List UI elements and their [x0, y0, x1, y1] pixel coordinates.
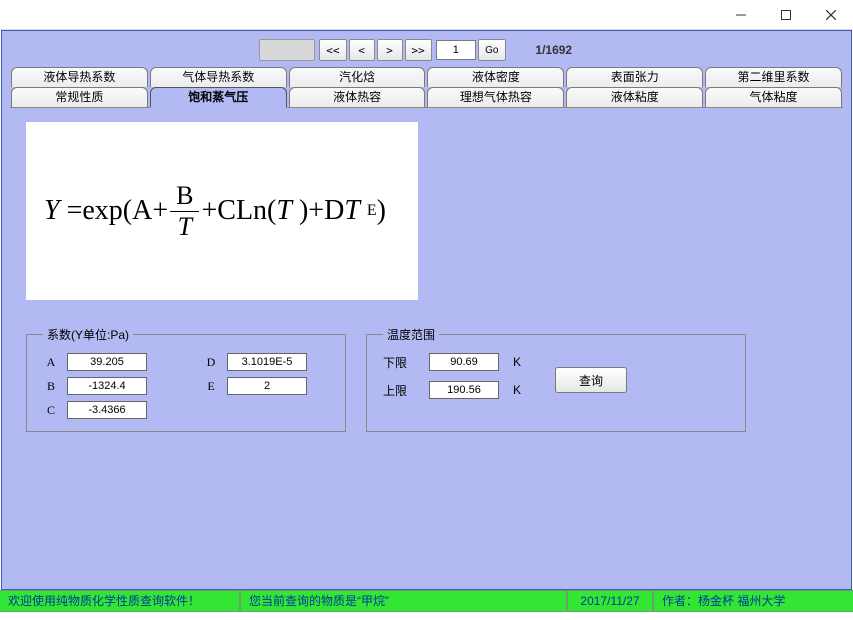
- range-lower-input[interactable]: [429, 353, 499, 371]
- status-date: 2017/11/27: [567, 590, 653, 612]
- main-frame: << < > >> Go 1/1692 液体导热系数 气体导热系数 汽化焓 液体…: [1, 30, 852, 590]
- status-author: 作者：杨金杯 福州大学: [653, 590, 853, 612]
- content-panel: Y =exp(A+ BT +CLn(T )+DT E) 系数(Y单位:Pa) A…: [10, 107, 843, 581]
- tab-row-2: 常规性质 饱和蒸气压 液体热容 理想气体热容 液体粘度 气体粘度: [2, 87, 851, 107]
- nav-prev-button[interactable]: <: [349, 39, 375, 61]
- nav-blank: [259, 39, 315, 61]
- coef-a-label: A: [43, 355, 59, 370]
- temperature-range-group: 温度范围 下限 K 上限 K 查询: [366, 326, 746, 432]
- close-button[interactable]: [808, 0, 853, 30]
- tab-second-virial[interactable]: 第二维里系数: [705, 67, 842, 87]
- nav-first-button[interactable]: <<: [319, 39, 346, 61]
- minimize-button[interactable]: [718, 0, 763, 30]
- nav-go-button[interactable]: Go: [478, 39, 506, 61]
- range-upper-input[interactable]: [429, 381, 499, 399]
- range-lower-label: 下限: [383, 354, 415, 371]
- query-button[interactable]: 查询: [555, 367, 627, 393]
- tab-liquid-viscosity[interactable]: 液体粘度: [566, 87, 703, 107]
- tab-surface-tension[interactable]: 表面张力: [566, 67, 703, 87]
- tab-general-props[interactable]: 常规性质: [11, 87, 148, 107]
- tab-gas-viscosity[interactable]: 气体粘度: [705, 87, 842, 107]
- record-navigator: << < > >> Go 1/1692: [2, 31, 851, 67]
- status-bar: 欢迎使用纯物质化学性质查询软件！ 您当前查询的物质是“甲烷” 2017/11/2…: [0, 590, 853, 612]
- tab-ideal-gas-heat-capacity[interactable]: 理想气体热容: [427, 87, 564, 107]
- coef-a-input[interactable]: [67, 353, 147, 371]
- range-upper-unit: K: [513, 383, 525, 397]
- status-welcome: 欢迎使用纯物质化学性质查询软件！: [0, 590, 240, 612]
- coefficients-group: 系数(Y单位:Pa) A D B E C: [26, 326, 346, 432]
- coef-e-label: E: [203, 379, 219, 394]
- formula-display: Y =exp(A+ BT +CLn(T )+DT E): [26, 122, 418, 300]
- status-current-substance: 您当前查询的物质是“甲烷”: [240, 590, 567, 612]
- coef-d-label: D: [203, 355, 219, 370]
- maximize-button[interactable]: [763, 0, 808, 30]
- coefficients-legend: 系数(Y单位:Pa): [43, 326, 133, 343]
- page-number-input[interactable]: [436, 40, 476, 60]
- range-lower-unit: K: [513, 355, 525, 369]
- coef-c-label: C: [43, 403, 59, 418]
- coef-d-input[interactable]: [227, 353, 307, 371]
- range-legend: 温度范围: [383, 326, 439, 343]
- coef-c-input[interactable]: [67, 401, 147, 419]
- coef-e-input[interactable]: [227, 377, 307, 395]
- tab-liquid-conductivity[interactable]: 液体导热系数: [11, 67, 148, 87]
- tab-row-1: 液体导热系数 气体导热系数 汽化焓 液体密度 表面张力 第二维里系数: [2, 67, 851, 87]
- nav-last-button[interactable]: >>: [405, 39, 432, 61]
- tab-liquid-heat-capacity[interactable]: 液体热容: [289, 87, 426, 107]
- range-upper-label: 上限: [383, 382, 415, 399]
- tab-saturated-vapor-pressure[interactable]: 饱和蒸气压: [150, 87, 287, 107]
- window-titlebar: [0, 0, 853, 30]
- tab-gas-conductivity[interactable]: 气体导热系数: [150, 67, 287, 87]
- record-counter: 1/1692: [514, 43, 594, 57]
- tab-vaporization-enthalpy[interactable]: 汽化焓: [289, 67, 426, 87]
- nav-next-button[interactable]: >: [377, 39, 403, 61]
- coef-b-input[interactable]: [67, 377, 147, 395]
- coef-b-label: B: [43, 379, 59, 394]
- tab-liquid-density[interactable]: 液体密度: [427, 67, 564, 87]
